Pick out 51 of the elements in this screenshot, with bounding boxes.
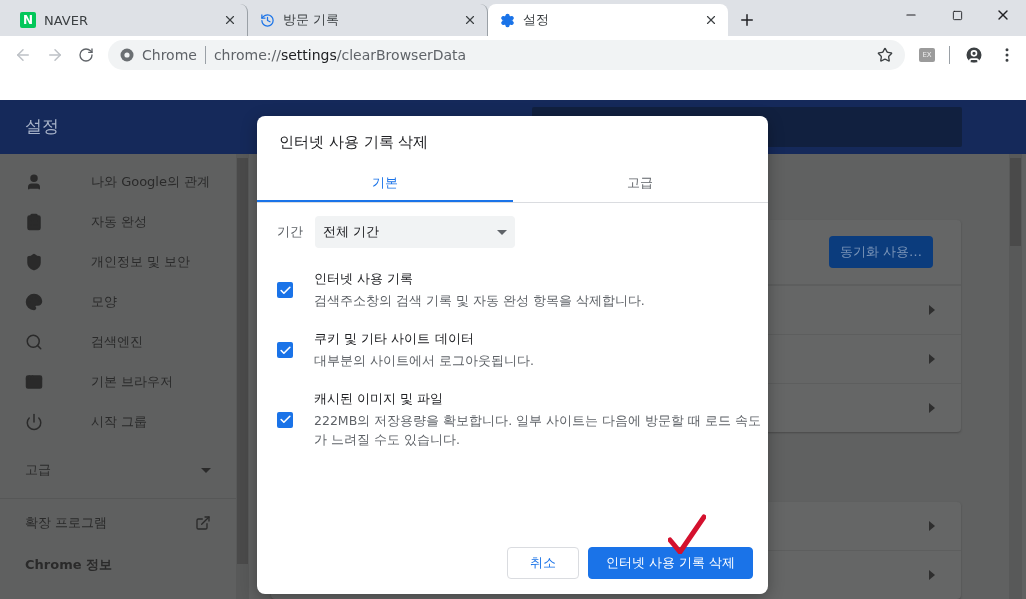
profile-icon[interactable] [964,45,984,66]
tab-title: 방문 기록 [283,11,341,30]
person-icon [25,173,43,191]
reload-icon[interactable] [78,47,94,64]
chrome-icon [120,48,134,63]
dialog-tab[interactable]: 고급 [512,166,768,202]
tab-title: NAVER [44,12,89,28]
period-label: 기간 [277,223,303,241]
scrollbar[interactable] [1009,154,1022,599]
checkbox[interactable] [277,411,293,428]
option-title: 인터넷 사용 기록 [314,270,415,288]
power-icon [25,413,43,431]
triangle-right-icon [929,521,935,531]
browser-window-icon [25,373,43,391]
option-description: 222MB의 저장용량을 확보합니다. 일부 사이트는 다음에 방문할 때 로드 속도가 느려질 수도 있습니다. [314,412,762,449]
period-select[interactable]: 전체 기간 [315,216,515,248]
search-icon [25,333,43,351]
address-bar[interactable]: Chrome chrome://settings/clearBrowserData [108,40,905,71]
dropdown-caret-icon [497,229,507,235]
settings-icon [500,12,515,28]
history-icon [260,12,275,28]
maximize-icon[interactable] [951,9,963,21]
shield-icon [25,253,43,271]
site-label: Chrome [142,47,197,64]
option-description: 검색주소창의 검색 기록 및 자동 완성 항목을 삭제합니다. [314,292,646,310]
dialog-tab[interactable]: 기본 [257,166,513,202]
triangle-right-icon [929,354,935,364]
option-title: 캐시된 이미지 및 파일 [314,390,445,408]
triangle-right-icon [929,570,935,580]
checkbox[interactable] [277,282,293,298]
clipboard-icon [25,213,43,231]
checkbox[interactable] [277,342,293,358]
dropdown-caret-icon [201,467,211,473]
option-title: 쿠키 및 기타 사이트 데이터 [314,330,475,348]
naver-logo-icon: N [20,12,36,29]
clear-data-button[interactable]: 인터넷 사용 기록 삭제 [587,547,753,579]
triangle-right-icon [929,305,935,315]
settings-title: 설정 [25,115,59,139]
tab-title: 설정 [523,11,550,30]
checkmark-annotation-icon [668,514,706,554]
url-text: chrome://settings/clearBrowserData [213,47,468,64]
cancel-button[interactable]: 취소 [506,547,579,579]
sync-button[interactable]: 동기화 사용… [828,236,933,268]
dialog-title: 인터넷 사용 기록 삭제 [278,132,430,152]
triangle-right-icon [929,403,935,413]
external-link-icon [195,515,211,531]
palette-icon [25,293,43,311]
browser-tab[interactable]: 설정 [488,4,728,37]
bookmark-star-icon[interactable] [877,47,893,64]
scrollbar[interactable] [236,154,249,599]
option-description: 대부분의 사이트에서 로그아웃됩니다. [314,352,535,370]
